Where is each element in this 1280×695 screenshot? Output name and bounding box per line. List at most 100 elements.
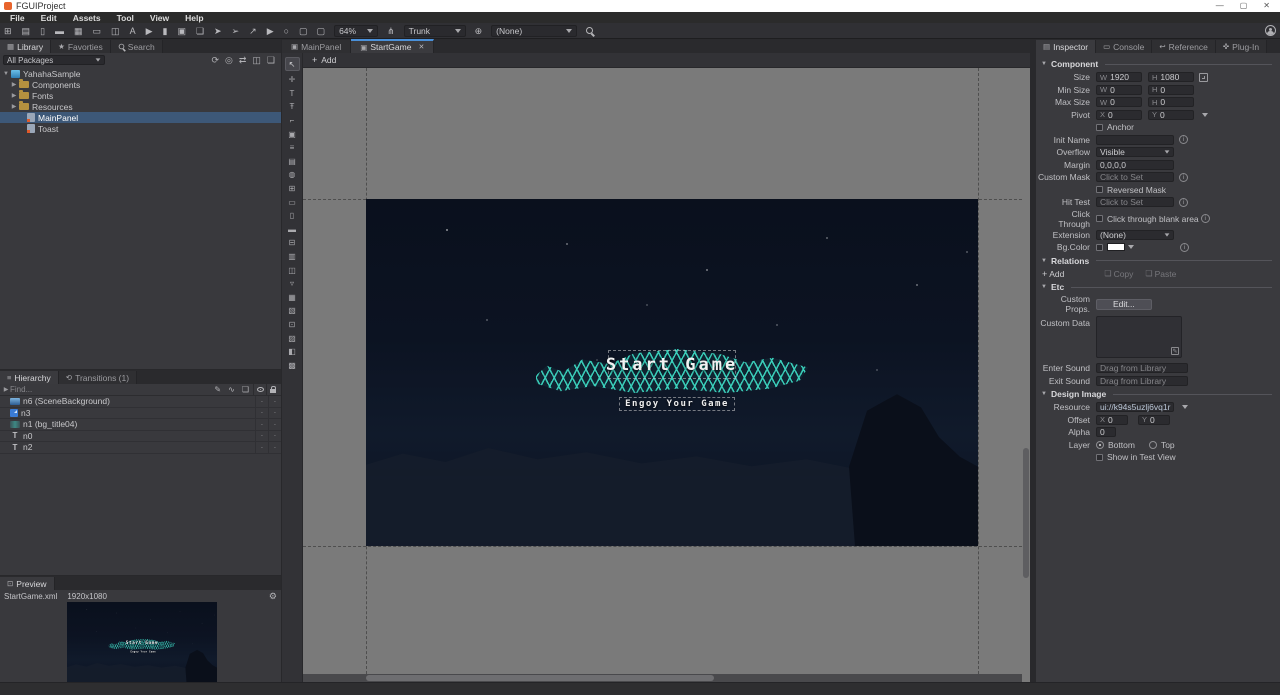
lock-toggle[interactable]: · — [268, 442, 281, 453]
paste-relations-button[interactable]: Paste — [1155, 269, 1177, 279]
menu-edit[interactable]: Edit — [41, 13, 57, 23]
menu-assets[interactable]: Assets — [73, 13, 101, 23]
tab-console[interactable]: ▭ Console — [1096, 40, 1152, 53]
edit-custom-props-button[interactable]: Edit... — [1096, 299, 1152, 310]
publish-icon[interactable]: ➤ — [214, 24, 222, 38]
enter-sound-field[interactable]: Drag from Library — [1096, 363, 1188, 373]
menu-tool[interactable]: Tool — [117, 13, 134, 23]
tab-library[interactable]: ▦ Library — [0, 40, 51, 53]
progressbar-tool-icon[interactable]: ▬ — [282, 223, 302, 237]
show-test-view-checkbox[interactable] — [1096, 454, 1103, 461]
save-all-icon[interactable]: ❏ — [196, 24, 204, 38]
tab-plugin[interactable]: ✜ Plug-In — [1216, 40, 1267, 53]
custom-data-textarea[interactable]: ✎ — [1096, 316, 1182, 358]
richtext-tool-icon[interactable]: Ŧ — [282, 100, 302, 114]
chevron-right-icon[interactable]: ▶ — [10, 81, 18, 88]
component-stage[interactable]: Start Game Engoy Your Game — [366, 199, 978, 546]
doc-tab-mainpanel[interactable]: ▣ MainPanel — [282, 40, 351, 53]
text-tool-icon[interactable]: T — [282, 87, 302, 101]
doc-tab-startgame[interactable]: ▣ StartGame ✕ — [351, 39, 434, 53]
pivot-x-field[interactable]: X0 — [1096, 110, 1142, 120]
tree-item-folder-fonts[interactable]: ▶ Fonts — [0, 90, 281, 101]
add-relation-button[interactable]: Add — [1049, 269, 1064, 279]
hierarchy-row-n0[interactable]: T n0 · · — [0, 431, 281, 443]
click-through-checkbox[interactable] — [1096, 215, 1103, 222]
info-icon[interactable] — [1179, 135, 1188, 144]
create-text-icon[interactable]: A — [130, 24, 136, 38]
publish-all-icon[interactable]: ➢ — [232, 24, 240, 38]
account-icon[interactable] — [1265, 25, 1276, 36]
grid-tool-icon[interactable]: ▩ — [282, 358, 302, 372]
tab-preview[interactable]: ⊡ Preview — [0, 577, 55, 590]
exit-sound-field[interactable]: Drag from Library — [1096, 376, 1188, 386]
image-tool-icon[interactable]: ▣ — [282, 127, 302, 141]
custom-mask-field[interactable]: Click to Set — [1096, 172, 1174, 182]
offset-y-field[interactable]: Y0 — [1138, 415, 1170, 425]
pivot-y-field[interactable]: Y0 — [1148, 110, 1194, 120]
info-icon[interactable] — [1179, 198, 1188, 207]
package-filter-select[interactable]: All Packages — [3, 55, 105, 65]
save-icon[interactable]: ▣ — [177, 24, 186, 38]
button-tool-icon[interactable]: ▭ — [282, 195, 302, 209]
new-package-icon[interactable]: ⊞ — [4, 24, 12, 38]
input-tool-icon[interactable]: ◧ — [282, 345, 302, 359]
info-icon[interactable] — [1180, 243, 1189, 252]
cursor-tool-icon[interactable]: ↖ — [285, 57, 300, 71]
chevron-right-icon[interactable]: ▶ — [10, 103, 18, 110]
graph-tool-icon[interactable]: ⌐ — [282, 114, 302, 128]
menu-view[interactable]: View — [150, 13, 169, 23]
size-width-field[interactable]: W1920 — [1096, 72, 1142, 82]
tab-hierarchy[interactable]: ≡ Hierarchy — [0, 371, 59, 384]
tree-item-toast[interactable]: Toast — [0, 123, 281, 134]
scrollbar-thumb[interactable] — [366, 675, 714, 681]
import-image-icon[interactable]: ▯ — [40, 24, 45, 38]
refresh-icon[interactable]: ⟳ — [211, 54, 219, 66]
lock-column-header[interactable] — [266, 384, 279, 396]
edit-icon[interactable]: ✎ — [214, 385, 221, 394]
layer-bottom-radio[interactable] — [1096, 441, 1104, 449]
hierarchy-row-n3[interactable]: n3 · · — [0, 408, 281, 420]
hierarchy-row-n2[interactable]: T n2 · · — [0, 442, 281, 454]
record-icon[interactable]: ○ — [284, 24, 289, 38]
slider-tool-icon[interactable]: ⊟ — [282, 236, 302, 250]
init-name-field[interactable] — [1096, 135, 1174, 145]
hierarchy-row-n6[interactable]: n6 (SceneBackground) · · — [0, 396, 281, 408]
split-view-icon[interactable]: ◫ — [252, 54, 261, 66]
lock-toggle[interactable]: · — [268, 431, 281, 442]
info-icon[interactable] — [1179, 173, 1188, 182]
locate-icon[interactable]: ◎ — [225, 54, 233, 66]
offset-x-field[interactable]: X0 — [1096, 415, 1128, 425]
gear-icon[interactable]: ⚙ — [269, 591, 277, 602]
section-design-image[interactable]: ▼ Design Image — [1038, 387, 1276, 401]
expand-icon[interactable] — [1199, 73, 1208, 82]
visibility-toggle[interactable]: · — [255, 396, 268, 407]
bg-color-checkbox[interactable] — [1096, 244, 1103, 251]
create-slider-icon[interactable]: ◫ — [111, 24, 120, 38]
swf-tool-icon[interactable]: ⊡ — [282, 318, 302, 332]
chevron-down-icon[interactable] — [1182, 405, 1188, 409]
anchor-checkbox[interactable] — [1096, 124, 1103, 131]
min-height-field[interactable]: H0 — [1148, 85, 1194, 95]
tree-tool-icon[interactable]: ▦ — [282, 291, 302, 305]
tab-transitions[interactable]: ⟲ Transitions (1) — [59, 371, 137, 384]
extension-select[interactable]: (None) — [1096, 230, 1174, 240]
add-object-button[interactable]: + Add — [303, 53, 1030, 68]
find-input[interactable] — [10, 385, 214, 394]
branch-select[interactable]: Trunk — [404, 25, 466, 37]
scrollbar-thumb[interactable] — [1023, 448, 1029, 578]
margin-field[interactable]: 0,0,0,0 — [1096, 160, 1174, 170]
create-loader-icon[interactable]: ▶ — [146, 24, 153, 38]
tree-item-package[interactable]: ▼ YahahaSample — [0, 68, 281, 79]
copy-icon[interactable]: ❏ — [242, 385, 249, 394]
group-tool-icon[interactable]: ▨ — [282, 331, 302, 345]
label-tool-icon[interactable]: ▯ — [282, 209, 302, 223]
screen-icon[interactable]: ▢ — [299, 24, 308, 38]
batch-icon[interactable]: ❏ — [267, 54, 275, 66]
overflow-select[interactable]: Visible — [1096, 147, 1174, 157]
list-tool-icon[interactable]: ≡ — [282, 141, 302, 155]
tab-inspector[interactable]: ▤ Inspector — [1036, 40, 1096, 53]
tab-favorites[interactable]: ★ Favorties — [51, 40, 111, 53]
compare-icon[interactable]: ⇄ — [239, 54, 247, 66]
tab-reference[interactable]: ↩ Reference — [1152, 40, 1216, 53]
search-icon[interactable] — [586, 27, 593, 34]
